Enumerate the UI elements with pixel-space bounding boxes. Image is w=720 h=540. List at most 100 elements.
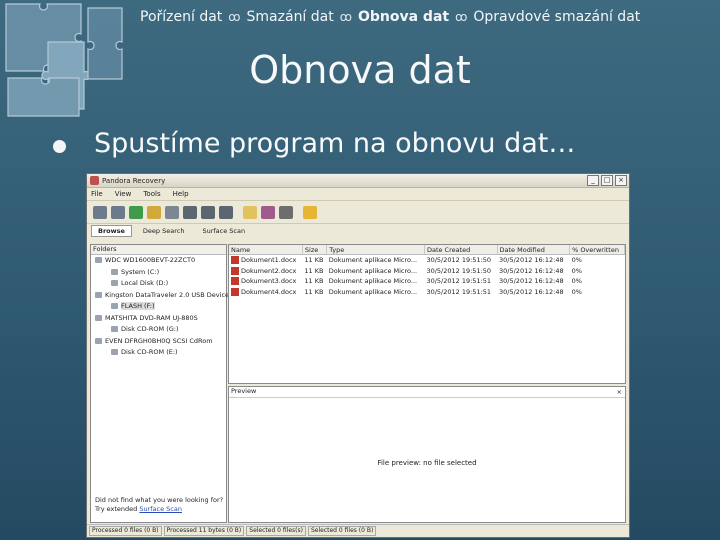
view-list-icon[interactable] [201, 205, 215, 219]
tree-item[interactable]: FLASH (F:) [91, 301, 226, 313]
cell-text: 30/5/2012 19:51:51 [426, 277, 492, 286]
cell-text: 30/5/2012 16:12:48 [499, 287, 564, 296]
table-cell: Dokument aplikace Micro... [327, 266, 425, 277]
cell-text: Dokument aplikace Micro... [328, 287, 418, 296]
column-header[interactable]: Type [326, 245, 425, 255]
cell-text: 0% [571, 277, 582, 286]
tree-item-label: Disk CD-ROM (G:) [121, 325, 179, 333]
cell-text: 30/5/2012 16:12:48 [499, 277, 564, 286]
preview-close-icon[interactable]: × [617, 388, 622, 396]
cell-text: 30/5/2012 16:12:48 [499, 266, 564, 275]
puzzle-separator-icon: ꝏ [339, 10, 352, 24]
drive-icon [111, 349, 118, 355]
column-header[interactable]: Name [229, 245, 303, 255]
close-button[interactable]: × [615, 175, 627, 186]
cell-text: Dokument1.docx [241, 256, 297, 265]
breadcrumb-nav: Pořízení dat ꝏ Smazání dat ꝏ Obnova dat ꝏ Opra… [140, 9, 640, 25]
nav-item-obnova[interactable]: Obnova dat [358, 9, 449, 25]
status-selected: Selected 0 files(s) [246, 526, 306, 536]
deleted-file-icon [231, 287, 239, 296]
table-cell: 30/5/2012 16:12:48 [497, 266, 570, 277]
tab-surface-scan[interactable]: Surface Scan [195, 225, 252, 237]
table-cell: 11 KB [302, 287, 326, 298]
back-icon[interactable] [93, 205, 107, 219]
cell-text: 11 KB [304, 287, 324, 296]
footer-try-label: Try extended [95, 505, 138, 513]
delete-icon[interactable] [279, 205, 293, 219]
cell-text: 30/5/2012 19:51:50 [426, 266, 492, 275]
recover-icon[interactable] [243, 205, 257, 219]
table-cell: 30/5/2012 19:51:51 [424, 276, 497, 287]
cell-text: 30/5/2012 19:51:50 [426, 256, 492, 265]
tool-icon[interactable] [165, 205, 179, 219]
nav-item-porizeni[interactable]: Pořízení dat [140, 9, 222, 25]
cell-text: Dokument aplikace Micro... [328, 256, 418, 265]
slide-title: Obnova dat [249, 48, 471, 92]
tree-item[interactable]: EVEN DFRGH0BH0Q SCSI CdRom [91, 336, 226, 348]
tree-item[interactable]: WDC WD1600BEVT-22ZCT0 [91, 255, 226, 267]
surface-scan-link[interactable]: Surface Scan [139, 505, 182, 513]
table-cell: Dokument2.docx [229, 266, 302, 277]
tree-item[interactable]: Kingston DataTraveler 2.0 USB Device [91, 290, 229, 302]
drive-icon [111, 268, 118, 275]
table-cell: 11 KB [302, 255, 326, 266]
table-cell: Dokument1.docx [229, 255, 302, 266]
column-header[interactable]: Size [302, 245, 328, 255]
minimize-button[interactable]: _ [587, 175, 599, 186]
table-row[interactable]: Dokument1.docx 11 KB Dokument aplikace Mic… [229, 255, 625, 266]
tree-item-label: Local Disk (D:) [121, 279, 169, 287]
tab-deep-search[interactable]: Deep Search [136, 225, 192, 237]
cell-text: Dokument2.docx [241, 266, 297, 275]
menu-help[interactable]: Help [173, 190, 189, 198]
tree-item[interactable]: Disk CD-ROM (G:) [91, 324, 226, 336]
nav-item-opravdove-smazani[interactable]: Opravdové smazání dat [473, 9, 640, 25]
forward-icon[interactable] [111, 205, 125, 219]
help-icon[interactable] [303, 205, 317, 219]
slide-bullet-text: Spustíme program na obnovu dat… [94, 128, 576, 159]
refresh-icon[interactable] [129, 205, 143, 219]
table-cell: Dokument aplikace Micro... [327, 276, 425, 287]
tree-item-label: EVEN DFRGH0BH0Q SCSI CdRom [105, 336, 213, 345]
tree-item[interactable]: Disk CD-ROM (E:) [91, 347, 226, 359]
cell-text: Dokument aplikace Micro... [328, 266, 418, 275]
table-cell: 30/5/2012 19:51:50 [424, 255, 497, 266]
tree-header: Folders [91, 245, 226, 255]
menu-view[interactable]: View [115, 190, 132, 198]
view-icon[interactable] [183, 205, 197, 219]
tree-item[interactable]: System (C:) [91, 267, 226, 279]
window-body: Folders WDC WD1600BEVT-22ZCT0 System (C:)… [90, 236, 626, 523]
drive-icon [111, 303, 118, 309]
preview-panel: Preview × File preview: no file selected [228, 386, 626, 523]
menu-file[interactable]: File [91, 190, 103, 198]
cell-text: Dokument4.docx [241, 287, 297, 296]
table-cell: 30/5/2012 19:51:51 [424, 287, 497, 298]
tree-item[interactable]: MATSHITA DVD-RAM UJ-880S [91, 313, 226, 325]
tree-footer: Did not find what you were looking for? … [95, 496, 223, 514]
maximize-button[interactable]: □ [601, 175, 613, 186]
view-details-icon[interactable] [219, 205, 233, 219]
tab-browse[interactable]: Browse [91, 224, 132, 237]
toolbar [87, 201, 629, 224]
disk-icon [95, 314, 102, 321]
wipe-icon[interactable] [261, 205, 275, 219]
table-row[interactable]: Dokument2.docx 11 KB Dokument aplikace Mic… [229, 266, 625, 277]
file-table: Name Size Type Date Created Date Modified% O… [229, 245, 625, 297]
table-cell: Dokument4.docx [229, 287, 302, 298]
window-titlebar[interactable]: Pandora Recovery _ □ × [87, 174, 629, 188]
menu-tools[interactable]: Tools [143, 190, 160, 198]
column-header[interactable]: Date Modified [497, 245, 571, 255]
table-row[interactable]: Dokument4.docx 11 KB Dokument aplikace Mic… [229, 287, 625, 298]
table-header-row: Name Size Type Date Created Date Modified% O… [229, 245, 625, 255]
table-cell: 11 KB [302, 276, 326, 287]
drive-icon [111, 280, 118, 286]
preview-label: Preview [229, 387, 625, 398]
cell-text: Dokument aplikace Micro... [328, 277, 418, 286]
tree-item[interactable]: Local Disk (D:) [91, 278, 226, 290]
table-row[interactable]: Dokument3.docx 11 KB Dokument aplikace Mic… [229, 276, 625, 287]
folder-up-icon[interactable] [147, 205, 161, 219]
column-header[interactable]: Date Created [424, 245, 498, 255]
folder-tree-panel: Folders WDC WD1600BEVT-22ZCT0 System (C:)… [90, 244, 229, 523]
column-header[interactable]: % Overwritten [569, 245, 625, 255]
window-title: Pandora Recovery [102, 176, 166, 185]
nav-item-smazani[interactable]: Smazání dat [247, 9, 334, 25]
